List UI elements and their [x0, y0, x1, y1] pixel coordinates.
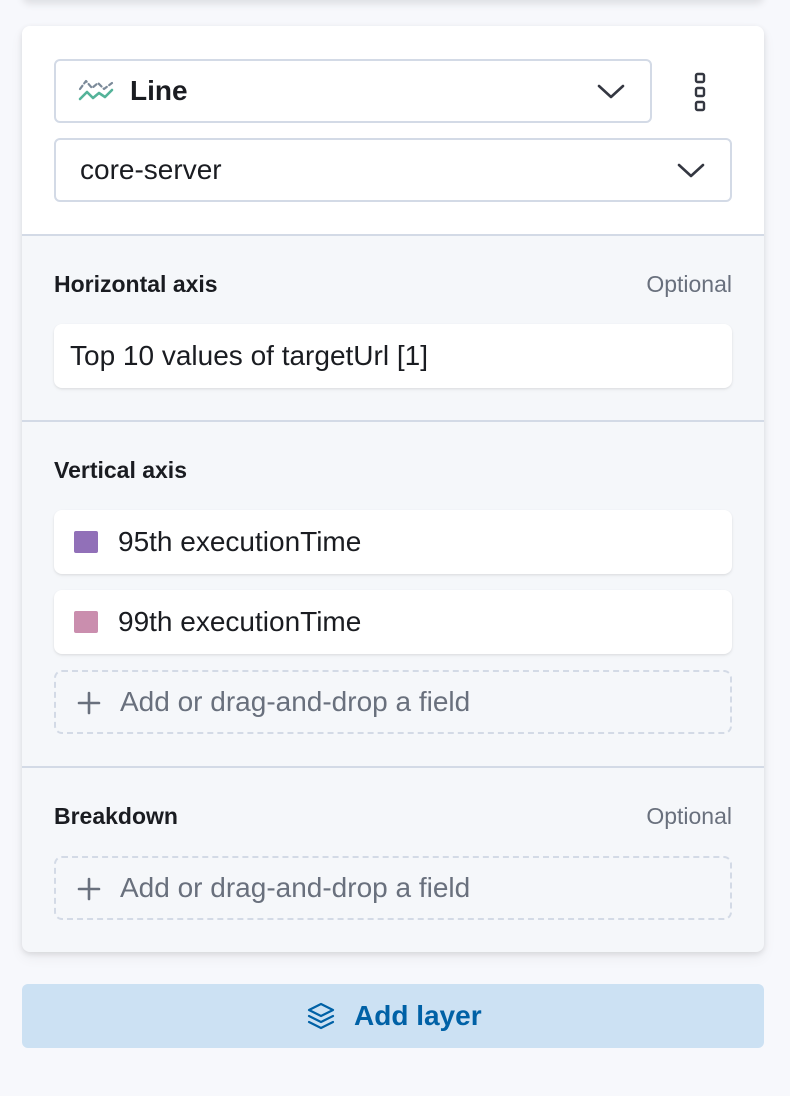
vertical-axis-title: Vertical axis: [54, 457, 187, 483]
breakdown-optional-label: Optional: [646, 803, 732, 829]
chevron-down-icon: [597, 84, 625, 99]
add-field-label: Add or drag-and-drop a field: [120, 686, 471, 717]
vertical-axis-dimension-button[interactable]: 95th executionTime: [54, 510, 732, 574]
vertical-axis-dimension-label: 95th executionTime: [118, 526, 362, 557]
layer-panel: Line core-server Horizontal axis Optiona…: [22, 26, 764, 952]
breakdown-title: Breakdown: [54, 803, 178, 829]
section-divider: [22, 766, 764, 768]
horizontal-axis-dimension-label: Top 10 values of targetUrl [1]: [70, 340, 428, 371]
horizontal-axis-title: Horizontal axis: [54, 271, 218, 297]
plus-icon: [77, 691, 101, 715]
horizontal-axis-optional-label: Optional: [646, 271, 732, 297]
series-color-swatch: [74, 611, 98, 633]
layers-icon: [307, 1002, 335, 1030]
series-color-swatch: [74, 531, 98, 553]
horizontal-axis-dimension-button[interactable]: Top 10 values of targetUrl [1]: [54, 324, 732, 388]
chevron-down-icon: [677, 163, 705, 178]
vertical-axis-add-field-dropzone[interactable]: Add or drag-and-drop a field: [54, 670, 732, 734]
vertical-axis-dimension-label: 99th executionTime: [118, 606, 362, 637]
chart-type-label: Line: [130, 75, 188, 106]
add-layer-button[interactable]: Add layer: [22, 984, 764, 1048]
add-field-label: Add or drag-and-drop a field: [120, 872, 471, 903]
line-chart-icon: [78, 79, 114, 101]
layer-actions-menu-icon[interactable]: [686, 72, 714, 112]
section-divider: [22, 420, 764, 422]
index-pattern-label: core-server: [80, 154, 222, 185]
vertical-axis-dimension-button[interactable]: 99th executionTime: [54, 590, 732, 654]
index-pattern-select[interactable]: core-server: [54, 138, 732, 202]
plus-icon: [77, 877, 101, 901]
chart-type-select[interactable]: Line: [54, 59, 652, 123]
add-layer-label: Add layer: [354, 1000, 482, 1031]
breakdown-add-field-dropzone[interactable]: Add or drag-and-drop a field: [54, 856, 732, 920]
layer-header: Line core-server: [22, 26, 764, 236]
